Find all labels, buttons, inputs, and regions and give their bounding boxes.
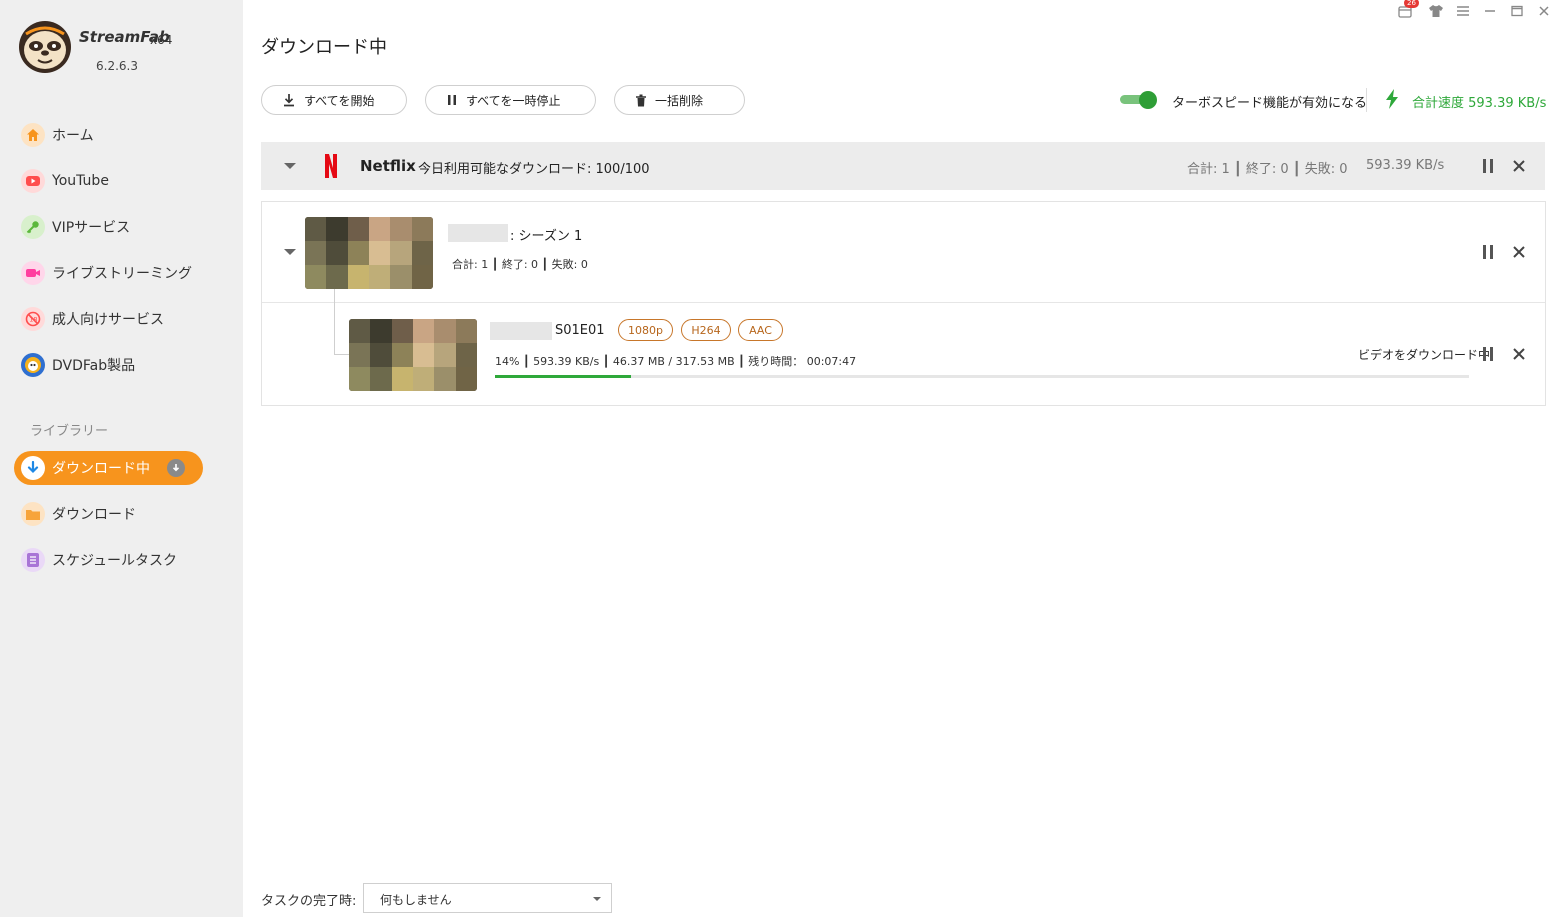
service-name: Netflix <box>360 157 416 175</box>
episode-progress-text: 14% ┃ 593.39 KB/s ┃ 46.37 MB / 317.53 MB… <box>495 355 857 368</box>
sidebar-item-label: スケジュールタスク <box>52 553 178 569</box>
blurred-title <box>448 224 508 242</box>
group-speed: 593.39 KB/s <box>1366 158 1445 173</box>
remove-group-button[interactable] <box>1510 157 1528 175</box>
season-title: : シーズン 1 <box>510 229 583 244</box>
blurred-title <box>490 322 552 340</box>
sidebar-item-label: ホーム <box>52 128 94 144</box>
app-version: 6.2.6.3 <box>96 59 138 73</box>
maximize-icon[interactable] <box>1507 3 1527 19</box>
notification-count-badge: 26 <box>1404 0 1419 8</box>
svg-text:18: 18 <box>29 316 37 324</box>
download-badge-icon <box>167 459 185 477</box>
sidebar-item-label: VIPサービス <box>52 220 131 236</box>
sidebar-item-downloading[interactable]: ダウンロード中 <box>14 451 203 485</box>
netflix-logo-icon <box>325 154 337 178</box>
task-completion-select[interactable]: 何もしません <box>363 883 612 913</box>
sidebar-item-vip[interactable]: VIPサービス <box>14 210 203 244</box>
key-icon <box>21 215 45 239</box>
episode-status: ビデオをダウンロード中 <box>1358 348 1491 362</box>
audio-codec-tag: AAC <box>738 319 783 341</box>
sidebar-item-label: ライブストリーミング <box>52 266 192 282</box>
resolution-tag: 1080p <box>618 319 673 341</box>
turbo-speed-label: ターボスピード機能が有効になる <box>1172 96 1368 111</box>
task-completion-label: タスクの完了時: <box>261 894 357 909</box>
sidebar-item-label: ダウンロード <box>52 507 136 523</box>
download-icon <box>284 94 294 107</box>
tree-connector <box>334 289 335 355</box>
sidebar-item-live-streaming[interactable]: ライブストリーミング <box>14 256 203 290</box>
page-title: ダウンロード中 <box>261 37 387 58</box>
streamfab-logo <box>19 21 71 73</box>
shirt-icon[interactable] <box>1426 3 1446 19</box>
sidebar-item-label: YouTube <box>52 173 109 189</box>
start-all-button[interactable]: すべてを開始 <box>261 85 407 115</box>
season-stats: 合計: 1 ┃ 終了: 0 ┃ 失敗: 0 <box>452 258 588 271</box>
home-icon <box>21 123 45 147</box>
total-speed: 合計速度 593.39 KB/s <box>1412 96 1547 111</box>
lightning-icon <box>1386 89 1398 109</box>
youtube-icon <box>21 169 45 193</box>
sidebar-item-adult[interactable]: 18 成人向けサービス <box>14 302 203 336</box>
close-icon <box>1513 160 1525 172</box>
chevron-down-icon <box>593 897 601 901</box>
menu-icon[interactable] <box>1453 3 1473 19</box>
sidebar: StreamFab x64 6.2.6.3 ホーム YouTube VIPサービ… <box>0 0 243 917</box>
delete-all-button[interactable]: 一括削除 <box>614 85 745 115</box>
adult-18-icon: 18 <box>21 307 45 331</box>
dvdfab-icon <box>21 353 45 377</box>
folder-icon <box>21 502 45 526</box>
turbo-speed-toggle[interactable] <box>1120 90 1157 110</box>
collapse-group-caret-icon[interactable] <box>284 163 296 169</box>
start-all-label: すべてを開始 <box>304 93 375 108</box>
task-completion-value: 何もしません <box>380 893 452 907</box>
sidebar-item-dvdfab[interactable]: DVDFab製品 <box>14 348 203 382</box>
episode-progress-bar <box>495 375 1469 378</box>
pause-all-button[interactable]: すべてを一時停止 <box>425 85 596 115</box>
camera-icon <box>21 261 45 285</box>
pause-icon <box>448 95 456 105</box>
pause-icon <box>1483 159 1493 173</box>
tree-connector <box>334 354 349 355</box>
collapse-season-caret-icon[interactable] <box>284 249 296 255</box>
pause-all-label: すべてを一時停止 <box>466 93 561 108</box>
minimize-icon[interactable] <box>1480 3 1500 19</box>
sidebar-item-label: ダウンロード中 <box>52 461 150 477</box>
trash-icon <box>636 94 646 106</box>
delete-all-label: 一括削除 <box>655 93 704 108</box>
pause-icon <box>1483 347 1493 361</box>
pause-season-button[interactable] <box>1479 243 1497 261</box>
library-section-label: ライブラリー <box>30 424 109 439</box>
pause-icon <box>1483 245 1493 259</box>
episode-thumbnail <box>349 319 477 391</box>
divider <box>1366 88 1367 112</box>
pause-group-button[interactable] <box>1479 157 1497 175</box>
sidebar-item-home[interactable]: ホーム <box>14 118 203 152</box>
pause-episode-button[interactable] <box>1479 345 1497 363</box>
episode-title: S01E01 <box>555 323 605 338</box>
video-codec-tag: H264 <box>681 319 731 341</box>
sidebar-item-schedule[interactable]: スケジュールタスク <box>14 543 203 577</box>
download-quota: 今日利用可能なダウンロード: 100/100 <box>418 162 650 177</box>
app-arch: x64 <box>150 33 173 47</box>
schedule-icon <box>21 548 45 572</box>
close-window-icon[interactable] <box>1534 3 1554 19</box>
sidebar-item-label: DVDFab製品 <box>52 358 136 374</box>
sidebar-item-youtube[interactable]: YouTube <box>14 164 203 198</box>
sidebar-item-label: 成人向けサービス <box>52 312 164 328</box>
close-icon <box>1513 246 1525 258</box>
divider <box>262 302 1545 303</box>
download-icon <box>21 456 45 480</box>
group-stats: 合計: 1 ┃ 終了: 0 ┃ 失敗: 0 <box>1187 162 1348 177</box>
sidebar-item-downloaded[interactable]: ダウンロード <box>14 497 203 531</box>
episode-progress-fill <box>495 375 632 378</box>
close-icon <box>1513 348 1525 360</box>
remove-season-button[interactable] <box>1510 243 1528 261</box>
season-thumbnail <box>305 217 433 289</box>
remove-episode-button[interactable] <box>1510 345 1528 363</box>
